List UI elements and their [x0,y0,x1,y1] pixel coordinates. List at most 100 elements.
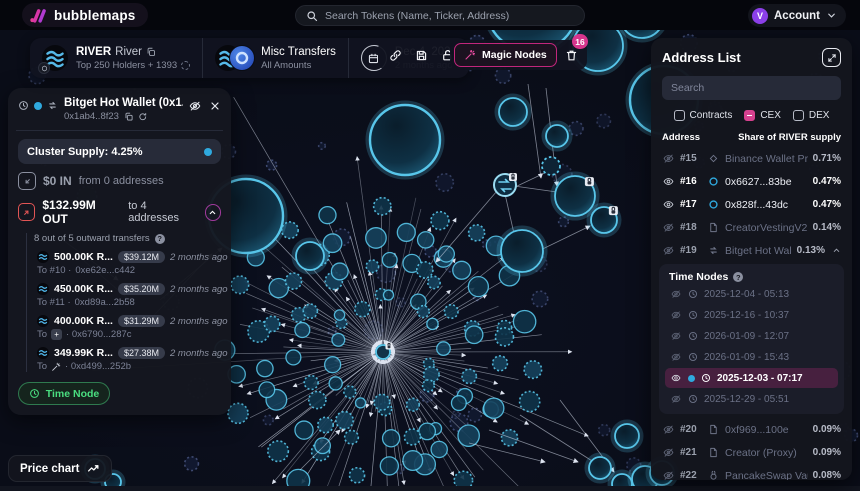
eye-off-icon[interactable] [662,245,675,256]
transfer-item[interactable]: 450.00K R...$35.20M2 months agoTo #11 ·0… [37,283,221,308]
time-node-row[interactable]: 2025-12-16 - 10:37 [665,305,838,325]
bubblemaps-logo[interactable]: bubblemaps [22,3,148,27]
account-menu[interactable]: V Account [748,4,846,27]
out-amount: $132.99M OUT [42,198,121,226]
token-coin-icon [37,347,49,359]
trash-count-badge: 16 [572,34,587,49]
refresh-icon[interactable] [138,112,148,122]
transfer-item[interactable]: 349.99K R...$27.38M2 months agoTo· 0xd49… [37,347,221,372]
help-icon[interactable]: ? [733,272,743,282]
out-detail: to 4 addresses [128,200,197,224]
outflow-icon [18,203,35,221]
save-button[interactable] [410,44,432,66]
eye-off-icon[interactable] [670,352,682,362]
transfer-destination: To #10 ·0xe62e...c442 [37,265,221,276]
price-chart-label: Price chart [20,463,79,475]
eye-off-icon[interactable] [670,394,682,404]
eye-off-icon[interactable] [662,424,675,435]
copy-icon[interactable] [146,47,156,57]
checkbox-icon [744,110,755,121]
account-label: Account [774,10,820,22]
share-link-button[interactable] [384,44,406,66]
trash-button[interactable]: 16 [561,44,583,66]
table-row[interactable]: #160x6627...83be0.47% [651,170,852,193]
address-rank: #22 [680,470,702,480]
account-avatar: V [752,8,768,24]
add-node-icon[interactable]: + [51,329,62,340]
divider [16,130,223,131]
in-amount: $0 IN [43,174,72,188]
transfers-mode-subtitle: All Amounts [261,60,311,71]
file-icon [707,424,720,435]
chain-badge-icon [38,62,50,74]
transfer-amount: 500.00K R... [54,251,113,263]
table-row[interactable]: #22PancakeSwap Vault ...0.08% [651,464,852,480]
transfer-item[interactable]: 500.00K R...$39.12M2 months agoTo #10 ·0… [37,251,221,276]
filter-contracts[interactable]: Contracts [674,110,733,121]
eye-icon[interactable] [670,373,682,383]
share-value: 0.09% [813,447,841,458]
inflow-icon [18,172,36,190]
misc-transfers-icon [215,45,253,71]
file-icon [707,222,720,233]
token-coin-icon [37,283,49,295]
address-name: CreatorVestingV2 [725,222,808,234]
eye-off-icon[interactable] [670,310,682,320]
chevron-up-icon[interactable] [832,246,841,255]
help-icon[interactable]: ? [155,234,165,244]
address-rank: #21 [680,447,702,458]
magic-nodes-button[interactable]: Magic Nodes [454,43,557,67]
eye-icon[interactable] [662,199,675,210]
eye-off-icon[interactable] [662,153,675,164]
transfer-time: 2 months ago [170,348,228,359]
eye-off-icon[interactable] [662,470,675,480]
transfer-destination: To #11 ·0xd89a...2b58 [37,297,221,308]
time-node-row[interactable]: 2026-01-09 - 15:43 [665,347,838,367]
table-row[interactable]: #170x828f...43dc0.47% [651,193,852,216]
price-chart-button[interactable]: Price chart [8,455,112,482]
token-search-input[interactable] [325,10,574,22]
table-row[interactable]: #200xf969...100e0.09% [651,418,852,441]
transfer-destination: To· 0xd499...252b [37,361,221,372]
collapse-transfers-button[interactable] [205,204,221,221]
filter-cex[interactable]: CEX [744,110,781,121]
address-name: Creator (Proxy) [725,447,808,459]
address-name: Binance Wallet Prox... [725,153,808,165]
time-node-row[interactable]: 2025-12-04 - 05:13 [665,284,838,304]
table-row[interactable]: #19Bitget Hot Wall...0.13% [651,239,852,262]
eye-off-icon[interactable] [670,289,682,299]
address-search-input[interactable] [662,82,841,94]
transfer-item[interactable]: 400.00K R...$31.29M2 months agoTo+· 0x67… [37,315,221,340]
table-row[interactable]: #18CreatorVestingV20.14% [651,216,852,239]
share-value: 0.47% [813,176,841,187]
copy-address-icon[interactable] [124,112,134,122]
time-node-row[interactable]: 2026-01-09 - 12:07 [665,326,838,346]
filter-dex[interactable]: DEX [793,110,830,121]
time-node-row[interactable]: 2025-12-03 - 07:17 [665,368,838,388]
logo-text: bubblemaps [54,8,136,23]
token-search[interactable] [295,5,585,26]
outflow-row[interactable]: $132.99M OUT to 4 addresses [18,198,221,226]
time-node-label: Time Node [46,388,99,400]
time-node-button[interactable]: Time Node [18,382,110,405]
address-rank: #18 [680,222,702,233]
eye-off-icon[interactable] [670,331,682,341]
cluster-supply-pill[interactable]: Cluster Supply: 4.25% [18,139,221,164]
table-row[interactable]: #21 Creator (Proxy) 0.09% [651,441,852,464]
transfers-mode-selector[interactable]: Misc Transfers All Amounts [202,38,348,78]
inflow-row[interactable]: $0 IN from 0 addresses [18,172,221,190]
eye-off-icon[interactable] [662,222,675,233]
table-row[interactable]: #15Binance Wallet Prox...0.71% [651,147,852,170]
address-search[interactable] [662,76,841,100]
transfer-usd-badge: $35.20M [118,283,165,295]
expand-panel-button[interactable] [822,48,841,67]
trash-icon [565,49,578,62]
time-node-row[interactable]: 2025-12-29 - 05:51 [665,389,838,409]
eye-icon[interactable] [662,176,675,187]
clock-icon [688,289,698,299]
hide-node-icon[interactable] [189,100,201,112]
eye-off-icon[interactable] [662,447,675,458]
transfer-time: 2 months ago [170,284,228,295]
close-icon[interactable] [209,100,221,112]
token-selector[interactable]: RIVERRiver Top 250 Holders + 1393 [30,38,202,78]
